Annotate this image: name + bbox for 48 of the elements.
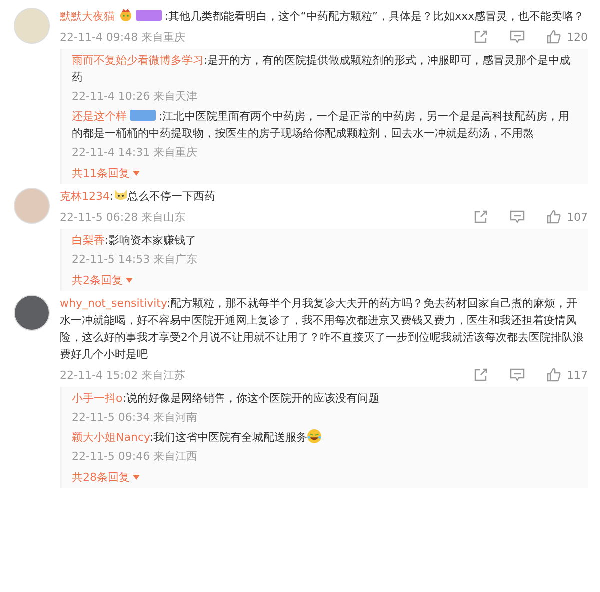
share-icon[interactable] [474,30,488,44]
username-link[interactable]: 颖大小姐Nancy [72,431,150,444]
more-replies-link[interactable]: 共2条回复 [72,273,133,288]
thumbs-up-icon[interactable] [547,30,561,44]
laughing-emoji-icon [307,429,322,444]
comment-text: 默默大夜猫 :其他几类都能看明白，这个“中药配方颗粒”，具体是？比如xxx感冒灵，也不能卖咯？ [60,8,586,25]
comment-text: 雨而不复始少看微博多学习:是开的方，有的医院提供做成颗粒剂的形式，冲服即可，感冒灵那个是中成药 [72,53,572,86]
comment-text: 白梨香:影响资本家赚钱了 [72,233,198,249]
avatar[interactable] [14,295,50,331]
share-icon[interactable] [474,210,488,224]
caret-icon [133,475,140,480]
timestamp: 22-11-4 10:26 来自天津 [72,88,198,104]
comment-icon[interactable] [510,368,525,382]
username-link[interactable]: 白梨香 [72,234,105,247]
username-link[interactable]: 还是这个样 [72,110,127,123]
timestamp: 22-11-5 06:34 来自河南 [72,410,198,424]
share-icon[interactable] [474,368,488,382]
username-link[interactable]: 小手一抖o [72,392,123,405]
timestamp: 22-11-5 09:46 来自江西 [72,448,198,464]
timestamp: 22-11-5 14:53 来自广东 [72,252,198,266]
more-replies-link[interactable]: 共28条回复 [72,470,140,485]
thumbs-up-icon[interactable] [547,368,561,382]
caret-icon [126,278,133,283]
comment-text: 克林1234: 总么不停一下西药 [60,188,217,205]
username-link[interactable]: 默默大夜猫 [60,10,115,23]
timestamp: 22-11-4 09:48 来自重庆 [60,30,186,44]
comment-text: 还是这个样 :江北中医院里面有两个中药房，一个是正常的中药房，另一个是是高科技配药房，用的都是一桶桶的中药提取物，按医生的房子现场给你配成颗粒剂，回去水一冲就是药汤，不用熬 [72,109,571,142]
timestamp: 22-11-4 15:02 来自江苏 [60,368,186,382]
comment-icon[interactable] [510,30,525,44]
comment-text: why_not_sensitivity:配方颗粒，那不就每半个月我复诊大夫开的药方吗？免去药材回家自己煮的麻烦，开水一冲就能喝，好不容易中医院开通网上复诊了，我不用每次都进京又费钱又费力，医生和我还担着疫情风险，这么好的事我才享受2个月说不让用就不让用了？咋不直接灭了一步到位呢我就活该每次都去医院排队浪费好几个小时是吧 [60,296,585,363]
comment-text: 颖大小姐Nancy:我们这省中医院有全城配送服务 [72,429,578,446]
comment-icon[interactable] [510,210,525,224]
more-replies-link[interactable]: 共11条回复 [72,166,140,181]
cat-face-emoji-icon [114,188,128,202]
like-count: 107 [567,210,588,224]
like-count: 117 [567,368,588,382]
timestamp: 22-11-5 06:28 来自山东 [60,210,186,224]
username-link[interactable]: why_not_sensitivity [60,297,167,310]
caret-icon [133,171,140,176]
member-badge-icon [136,10,162,21]
crown-emoji-icon [119,8,133,22]
comment-text: 小手一抖o:说的好像是网络销售，你这个医院开的应该没有问题 [72,391,380,407]
thumbs-up-icon[interactable] [547,210,561,224]
like-count: 120 [567,30,588,44]
timestamp: 22-11-4 14:31 来自重庆 [72,144,198,160]
username-link[interactable]: 克林1234 [60,190,110,203]
username-link[interactable]: 雨而不复始少看微博多学习 [72,54,204,67]
fan-badge-icon [130,110,156,121]
